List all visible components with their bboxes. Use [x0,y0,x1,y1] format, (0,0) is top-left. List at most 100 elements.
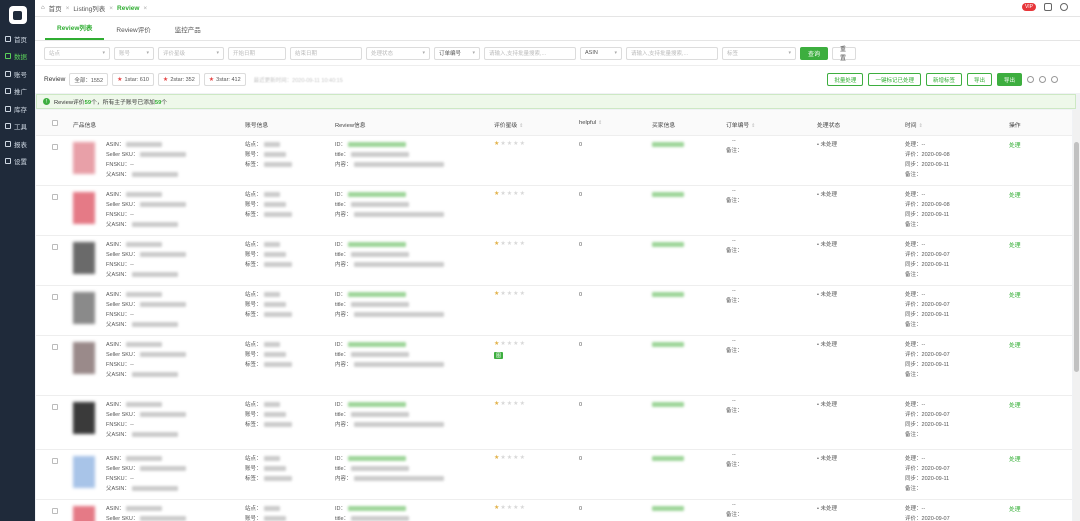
sidebar-item-5[interactable]: 工具 [0,118,35,136]
tab-review-rating[interactable]: Review评价 [104,24,162,40]
breadcrumb-close-icon[interactable]: × [66,5,70,12]
buyer-info[interactable] [652,340,684,350]
col-time[interactable]: 时间 ⇕ [905,120,923,129]
rating-stars: ★★★★★ [494,140,526,147]
buyer-info[interactable] [652,504,684,514]
filter-pill-1star[interactable]: ★ 1star: 610 [112,73,154,86]
filter-pill-3star[interactable]: ★ 3star: 412 [203,73,246,86]
buyer-info[interactable] [652,454,684,464]
product-thumbnail[interactable] [73,292,95,324]
row-checkbox[interactable] [52,508,58,514]
row-checkbox[interactable] [52,194,58,200]
order-type-select[interactable]: 订单编号 ▾ [434,46,480,60]
calendar-icon[interactable] [1044,3,1052,11]
user-avatar-icon[interactable] [1060,3,1068,11]
col-rating[interactable]: 评价星级 ⇕ [494,120,523,129]
review-info[interactable]: ID：title：内容： [335,290,444,320]
process-link[interactable]: 处理 [1009,190,1021,199]
sidebar-item-4[interactable]: 库存 [0,100,35,118]
asin-search-input[interactable]: 请输入,支持批量搜索,... [626,46,718,60]
review-info[interactable]: ID：title：内容： [335,190,444,220]
review-info[interactable]: ID：title：内容： [335,504,444,521]
product-thumbnail[interactable] [73,456,95,488]
breadcrumb-listing[interactable]: Listing列表 [73,3,105,13]
filter-pill-all[interactable]: 全部：1552 [69,73,109,86]
sidebar-item-6[interactable]: 报表 [0,135,35,153]
product-thumbnail[interactable] [73,342,95,374]
review-info[interactable]: ID：title：内容： [335,140,444,170]
sidebar-item-2[interactable]: 账号 [0,65,35,83]
row-checkbox[interactable] [52,458,58,464]
refresh-icon[interactable] [1039,76,1046,83]
vip-badge[interactable]: VIP [1021,3,1036,11]
nav-icon [5,158,11,165]
col-helpful[interactable]: helpful ⇕ [579,120,602,126]
buyer-info[interactable] [652,140,684,150]
breadcrumb-home[interactable]: 首页 [49,3,62,13]
table-row: ASIN：Seller SKU：FNSKU：--父ASIN： 站点：账号：标签： I… [36,500,1072,521]
product-thumbnail[interactable] [73,142,95,174]
app-logo[interactable] [0,0,35,30]
review-info[interactable]: ID：title：内容： [335,240,444,270]
buyer-info[interactable] [652,190,684,200]
process-link[interactable]: 处理 [1009,340,1021,349]
settings-icon[interactable] [1027,76,1034,83]
process-link[interactable]: 处理 [1009,400,1021,409]
row-checkbox[interactable] [52,404,58,410]
star-icon: ★ [519,455,526,461]
search-button[interactable]: 查询 [800,46,828,60]
review-info[interactable]: ID：title：内容： [335,340,444,370]
product-thumbnail[interactable] [73,506,95,521]
mark-processed-button[interactable]: 一键标记已处理 [868,73,921,86]
review-info[interactable]: ID：title：内容： [335,400,444,430]
breadcrumb-review[interactable]: Review [117,5,139,12]
home-icon[interactable]: ⌂ [41,5,45,11]
product-thumbnail[interactable] [73,402,95,434]
help-icon[interactable] [1051,76,1058,83]
start-date-input[interactable]: 开始日期 [228,46,286,60]
status-text: • 未处理 [817,292,837,298]
row-checkbox[interactable] [52,294,58,300]
buyer-info[interactable] [652,240,684,250]
sidebar-item-3[interactable]: 推广 [0,83,35,101]
sidebar-item-7[interactable]: 设置 [0,153,35,171]
row-checkbox[interactable] [52,244,58,250]
end-date-input[interactable]: 结束日期 [290,46,362,60]
filter-pill-2star[interactable]: ★ 2star: 352 [157,73,200,86]
process-link[interactable]: 处理 [1009,454,1021,463]
col-buyer: 买家信息 [652,123,676,129]
tag-select[interactable]: 标签 ▾ [722,46,796,60]
tab-review-list[interactable]: Review列表 [45,22,105,40]
order-search-input[interactable]: 请输入,支持批量搜索,... [484,46,576,60]
product-info: ASIN：Seller SKU：FNSKU：--父ASIN： [106,454,187,494]
site-select[interactable]: 站点 ▾ [44,46,110,60]
export-button[interactable]: 导出 [996,73,1022,86]
reset-button[interactable]: 重置 [832,46,856,62]
process-link[interactable]: 处理 [1009,290,1021,299]
process-link[interactable]: 处理 [1009,140,1021,149]
row-checkbox[interactable] [52,344,58,350]
breadcrumb-close-icon[interactable]: × [143,5,147,12]
select-all-checkbox[interactable] [52,120,58,126]
add-tag-button[interactable]: 新增标签 [925,73,962,86]
process-link[interactable]: 处理 [1009,504,1021,513]
buyer-info[interactable] [652,290,684,300]
sidebar-item-1[interactable]: 数据 [0,48,35,66]
product-thumbnail[interactable] [73,242,95,274]
sidebar-item-0[interactable]: 首页 [0,30,35,48]
tab-monitor-products[interactable]: 监控产品 [163,24,213,40]
col-order[interactable]: 订单编号 ⇕ [726,120,755,129]
export-outline-button[interactable]: 导出 [966,73,992,86]
rating-select[interactable]: 评价星级 ▾ [158,46,224,60]
product-thumbnail[interactable] [73,192,95,224]
row-checkbox[interactable] [52,144,58,150]
status-select[interactable]: 处理状态 ▾ [366,46,430,60]
breadcrumb-close-icon[interactable]: × [109,5,113,12]
process-link[interactable]: 处理 [1009,240,1021,249]
review-info[interactable]: ID：title：内容： [335,454,444,484]
asin-type-select[interactable]: ASIN ▾ [580,46,622,60]
account-select[interactable]: 账号 ▾ [114,46,154,60]
batch-process-button[interactable]: 批量处理 [827,73,864,86]
scrollbar-thumb[interactable] [1074,142,1079,372]
buyer-info[interactable] [652,400,684,410]
